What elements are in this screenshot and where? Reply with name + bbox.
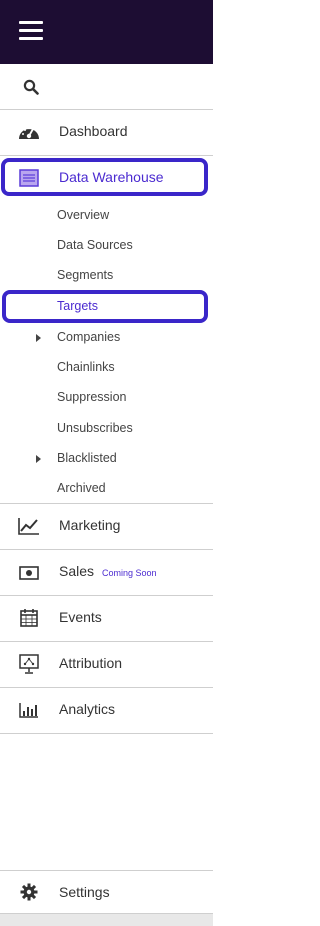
submenu-item-segments[interactable]: Segments	[57, 268, 113, 282]
top-bar	[0, 0, 213, 64]
caret-right-icon[interactable]	[36, 455, 41, 463]
nav-item-settings[interactable]: Settings	[0, 870, 213, 914]
nav-item-dashboard[interactable]: Dashboard	[0, 110, 213, 156]
nav-item-events[interactable]: Events	[0, 596, 213, 642]
bottom-strip	[0, 913, 213, 926]
submenu-item-unsubscribes[interactable]: Unsubscribes	[57, 421, 133, 435]
nav-label: Sales Coming Soon	[59, 563, 157, 579]
highlight-targets	[2, 290, 208, 323]
submenu-item-archived[interactable]: Archived	[57, 481, 106, 495]
submenu-item-data-sources[interactable]: Data Sources	[57, 238, 133, 252]
bar-chart-icon	[18, 699, 40, 721]
nav-item-analytics[interactable]: Analytics	[0, 688, 213, 734]
nav-item-sales[interactable]: Sales Coming Soon	[0, 550, 213, 596]
search-row[interactable]	[0, 64, 213, 110]
sales-label: Sales	[59, 563, 95, 579]
coming-soon-badge: Coming Soon	[102, 568, 157, 578]
submenu-item-chainlinks[interactable]: Chainlinks	[57, 360, 115, 374]
nav-label: Events	[59, 609, 102, 625]
nav-label: Marketing	[59, 517, 121, 533]
nav-item-marketing[interactable]: Marketing	[0, 504, 213, 550]
submenu-item-overview[interactable]: Overview	[57, 208, 109, 222]
calendar-icon	[18, 607, 40, 629]
highlight-data-warehouse	[1, 158, 208, 196]
gear-icon	[18, 881, 40, 903]
caret-right-icon[interactable]	[36, 334, 41, 342]
search-icon[interactable]	[20, 76, 42, 98]
trend-chart-icon	[18, 515, 40, 537]
submenu-item-suppression[interactable]: Suppression	[57, 390, 127, 404]
nav-label: Analytics	[59, 701, 116, 717]
hamburger-icon[interactable]	[19, 21, 43, 41]
submenu-item-blacklisted[interactable]: Blacklisted	[57, 451, 117, 465]
nav-label: Settings	[59, 884, 110, 900]
nav-label: Dashboard	[59, 123, 128, 139]
cash-icon	[18, 562, 40, 584]
nav-label: Attribution	[59, 655, 123, 671]
speedometer-icon	[18, 121, 40, 143]
submenu-item-companies[interactable]: Companies	[57, 330, 120, 344]
nav-item-attribution[interactable]: Attribution	[0, 642, 213, 688]
presentation-icon	[18, 653, 40, 675]
